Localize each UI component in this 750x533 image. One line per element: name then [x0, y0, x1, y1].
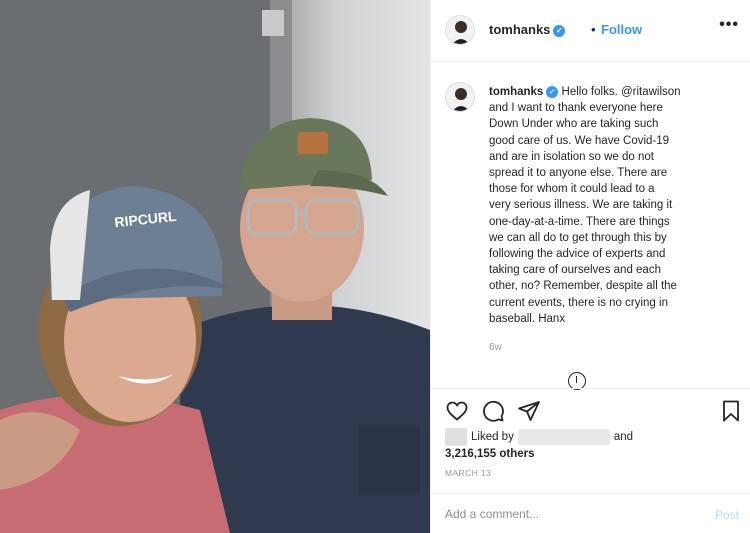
verified-badge-icon: ✓	[553, 25, 566, 37]
caption-line: we can all do to get through this by	[489, 231, 667, 244]
caption-line: baseball. Hanx	[489, 312, 566, 325]
verified-badge-icon: ✓	[546, 86, 559, 98]
liker-username-blurred[interactable]	[517, 429, 610, 445]
post-photo: RIPCURL	[0, 0, 430, 533]
separator-dot: •	[591, 22, 596, 37]
avatar-image	[446, 16, 474, 44]
caption-line: good care of us. We have Covid-19	[489, 134, 670, 147]
caption-line: current events, there is no crying in	[489, 296, 668, 309]
post-actions-bar	[431, 388, 750, 432]
caption-line: other, no? Remember, despite all the	[489, 280, 677, 293]
post-side-panel: tomhanks ✓ • Follow ••• tomhanks ✓ Hello f…	[430, 0, 750, 533]
header-username[interactable]: tomhanks ✓	[489, 22, 566, 37]
likes-prefix: Liked by	[471, 431, 514, 444]
caption-line: very serious illness. We are taking it	[489, 199, 673, 212]
comment-bubble-icon[interactable]	[481, 399, 505, 423]
header-avatar[interactable]	[445, 15, 475, 45]
selfie-illustration: RIPCURL	[0, 0, 430, 533]
follow-button[interactable]: Follow	[601, 22, 642, 37]
caption-avatar[interactable]	[445, 82, 475, 112]
likes-summary: Liked by and 3,216,155 others	[445, 428, 745, 463]
like-heart-icon[interactable]	[445, 399, 469, 423]
caption-line: one-day-at-a-time. There are things	[489, 215, 670, 228]
caption-line: and are in isolation so we do not	[489, 150, 654, 163]
caption-line: following the advice of experts and	[489, 248, 666, 261]
liker-avatar[interactable]	[445, 428, 467, 446]
carhartt-patch	[298, 132, 328, 154]
caption-line: spread it to anyone else. There are	[489, 167, 668, 180]
save-bookmark-icon[interactable]	[719, 399, 743, 423]
comment-input[interactable]	[445, 505, 675, 523]
caption-line: Down Under who are taking such	[489, 118, 659, 131]
likes-and: and	[613, 431, 634, 444]
avatar-image	[446, 83, 474, 111]
post-date[interactable]: MARCH 13	[445, 468, 491, 478]
add-comment-bar: Post	[431, 493, 750, 533]
caption-line: tomhanks ✓ Hello folks. @ritawilson	[489, 86, 681, 98]
caption-line: taking care of ourselves and each	[489, 264, 661, 277]
likes-others-count[interactable]: 3,216,155 others	[445, 448, 535, 460]
shirt-pocket	[358, 425, 420, 495]
caption-username[interactable]: tomhanks	[489, 86, 543, 98]
caption-line: and I want to thank everyone here	[489, 102, 663, 115]
share-paper-plane-icon[interactable]	[517, 399, 541, 423]
post-time-ago[interactable]: 6w	[489, 342, 502, 353]
caption-line: those for whom it could lead to a	[489, 183, 655, 196]
post-caption: tomhanks ✓ Hello folks. @ritawilson and I…	[489, 84, 729, 327]
header-username-text: tomhanks	[489, 22, 551, 37]
post-header: tomhanks ✓ • Follow •••	[431, 0, 750, 62]
more-options-button[interactable]: •••	[719, 16, 739, 34]
door-sign	[262, 10, 284, 36]
post-comment-button[interactable]: Post	[715, 508, 739, 522]
